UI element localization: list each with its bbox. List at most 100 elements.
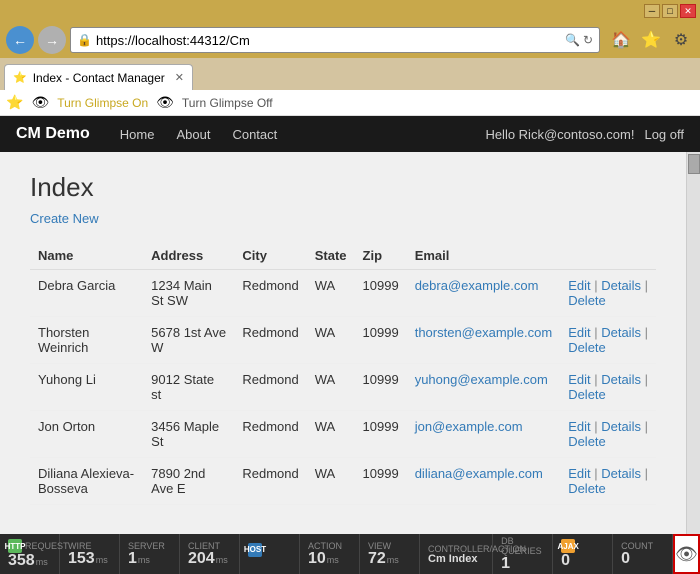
browser-toolbar: ← → 🔒 🔍 ↻ 🏠 ⭐ ⚙ [0, 22, 700, 58]
cell-zip: 10999 [355, 364, 407, 411]
table-row: Jon Orton 3456 Maple St Redmond WA 10999… [30, 411, 656, 458]
logoff-link[interactable]: Log off [644, 127, 684, 142]
cell-state: WA [307, 364, 355, 411]
cell-name: Diliana Alexieva-Bosseva [30, 458, 143, 505]
scrollbar[interactable] [686, 152, 700, 534]
glimpse-off-button[interactable]: Turn Glimpse Off [182, 96, 273, 110]
details-link[interactable]: Details [601, 325, 641, 340]
back-button[interactable]: ← [6, 26, 34, 54]
cell-address: 5678 1st Ave W [143, 317, 234, 364]
search-icon[interactable]: 🔍 [565, 33, 580, 47]
favorites-icon[interactable]: ⭐ [638, 27, 664, 53]
cell-state: WA [307, 458, 355, 505]
table-row: Debra Garcia 1234 Main St SW Redmond WA … [30, 270, 656, 317]
cell-email: thorsten@example.com [407, 317, 560, 364]
minimize-button[interactable]: ─ [644, 4, 660, 18]
details-link[interactable]: Details [601, 466, 641, 481]
email-link[interactable]: yuhong@example.com [415, 372, 548, 387]
email-link[interactable]: diliana@example.com [415, 466, 543, 481]
url-input[interactable] [96, 33, 561, 48]
tab-close-button[interactable]: ✕ [175, 71, 184, 84]
cell-actions: Edit | Details | Delete [560, 458, 656, 505]
cell-zip: 10999 [355, 270, 407, 317]
delete-link[interactable]: Delete [568, 434, 606, 449]
col-name: Name [30, 242, 143, 270]
stat-request: HTTP Request 358 ms [0, 534, 60, 574]
cell-email: debra@example.com [407, 270, 560, 317]
edit-link[interactable]: Edit [568, 466, 590, 481]
cell-city: Redmond [234, 317, 306, 364]
home-icon[interactable]: 🏠 [608, 27, 634, 53]
cell-email: diliana@example.com [407, 458, 560, 505]
cell-city: Redmond [234, 270, 306, 317]
nav-home[interactable]: Home [110, 121, 165, 148]
cell-actions: Edit | Details | Delete [560, 270, 656, 317]
cell-state: WA [307, 270, 355, 317]
glimpse-logo-off: 👁 [156, 94, 174, 111]
email-link[interactable]: thorsten@example.com [415, 325, 552, 340]
scrollbar-thumb[interactable] [688, 154, 700, 174]
address-icons: 🔍 ↻ [565, 33, 593, 47]
cell-name: Thorsten Weinrich [30, 317, 143, 364]
table-row: Thorsten Weinrich 5678 1st Ave W Redmond… [30, 317, 656, 364]
nav-bar: CM Demo Home About Contact Hello Rick@co… [0, 116, 700, 152]
cell-actions: Edit | Details | Delete [560, 317, 656, 364]
create-new-link[interactable]: Create New [30, 211, 656, 226]
cell-address: 3456 Maple St [143, 411, 234, 458]
table-header-row: Name Address City State Zip Email [30, 242, 656, 270]
email-link[interactable]: jon@example.com [415, 419, 523, 434]
main-content: Index Create New Name Address City State… [0, 152, 686, 534]
glimpse-eye-button[interactable]: 👁 [673, 534, 700, 574]
delete-link[interactable]: Delete [568, 293, 606, 308]
delete-link[interactable]: Delete [568, 481, 606, 496]
tab-bar: ⭐ Index - Contact Manager ✕ [0, 58, 700, 90]
nav-user: Hello Rick@contoso.com! Log off [485, 127, 684, 142]
col-email: Email [407, 242, 560, 270]
edit-link[interactable]: Edit [568, 372, 590, 387]
address-bar: 🔒 🔍 ↻ [70, 27, 600, 53]
page-title: Index [30, 172, 656, 203]
cell-city: Redmond [234, 411, 306, 458]
stat-dbqueries: DB Queries 1 [493, 534, 553, 574]
delete-link[interactable]: Delete [568, 340, 606, 355]
cell-actions: Edit | Details | Delete [560, 364, 656, 411]
active-tab[interactable]: ⭐ Index - Contact Manager ✕ [4, 64, 193, 90]
delete-link[interactable]: Delete [568, 387, 606, 402]
refresh-icon[interactable]: ↻ [583, 33, 593, 47]
email-link[interactable]: debra@example.com [415, 278, 539, 293]
cell-email: yuhong@example.com [407, 364, 560, 411]
glimpse-bar: ⭐ 👁 Turn Glimpse On 👁 Turn Glimpse Off [0, 90, 700, 116]
details-link[interactable]: Details [601, 419, 641, 434]
stat-host: HOST [240, 534, 300, 574]
edit-link[interactable]: Edit [568, 419, 590, 434]
cell-zip: 10999 [355, 411, 407, 458]
glimpse-on-button[interactable]: Turn Glimpse On [57, 96, 148, 110]
cell-email: jon@example.com [407, 411, 560, 458]
stat-client: Client 204 ms [180, 534, 240, 574]
cell-city: Redmond [234, 364, 306, 411]
col-zip: Zip [355, 242, 407, 270]
lock-icon: 🔒 [77, 33, 92, 47]
details-link[interactable]: Details [601, 278, 641, 293]
stat-controller: Controller/Action Cm Index [420, 534, 493, 574]
cell-zip: 10999 [355, 317, 407, 364]
edit-link[interactable]: Edit [568, 325, 590, 340]
toolbar-icons: 🏠 ⭐ ⚙ [608, 27, 694, 53]
cell-state: WA [307, 411, 355, 458]
stat-action: Action 10 ms [300, 534, 360, 574]
stat-wire: Wire 153 ms [60, 534, 120, 574]
forward-button[interactable]: → [38, 26, 66, 54]
stat-count: Count 0 [613, 534, 673, 574]
cell-address: 9012 State st [143, 364, 234, 411]
edit-link[interactable]: Edit [568, 278, 590, 293]
nav-about[interactable]: About [166, 121, 220, 148]
col-city: City [234, 242, 306, 270]
close-button[interactable]: ✕ [680, 4, 696, 18]
table-row: Yuhong Li 9012 State st Redmond WA 10999… [30, 364, 656, 411]
settings-icon[interactable]: ⚙ [668, 27, 694, 53]
details-link[interactable]: Details [601, 372, 641, 387]
maximize-button[interactable]: □ [662, 4, 678, 18]
nav-contact[interactable]: Contact [222, 121, 287, 148]
cell-address: 1234 Main St SW [143, 270, 234, 317]
tab-label: Index - Contact Manager [33, 71, 165, 85]
